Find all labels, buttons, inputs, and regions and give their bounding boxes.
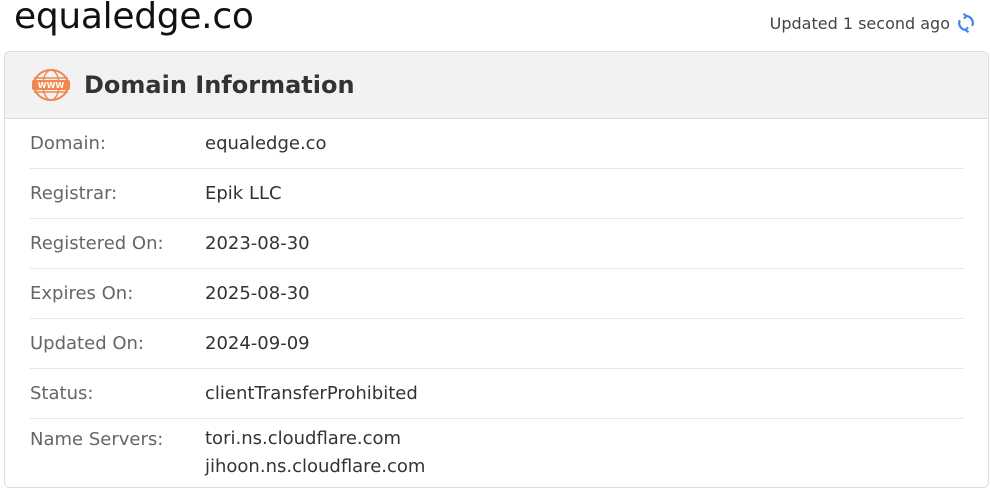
- row-label: Name Servers:: [30, 429, 164, 450]
- row-value: 2025-08-30: [205, 283, 310, 304]
- row-label: Status:: [30, 383, 94, 404]
- row-registrar: Registrar: Epik LLC: [30, 169, 964, 219]
- www-icon: WWW: [31, 68, 71, 102]
- update-status: Updated 1 second ago: [769, 12, 976, 34]
- row-status: Status: clientTransferProhibited: [30, 369, 964, 419]
- row-label: Registrar:: [30, 183, 118, 204]
- row-value: equaledge.co: [205, 133, 327, 154]
- page-title: equaledge.co: [14, 0, 254, 37]
- row-domain: Domain: equaledge.co: [30, 119, 964, 169]
- refresh-icon[interactable]: [956, 12, 976, 34]
- top-bar: equaledge.co Updated 1 second ago: [0, 0, 990, 48]
- row-label: Updated On:: [30, 333, 144, 354]
- row-label: Expires On:: [30, 283, 134, 304]
- name-server: tori.ns.cloudflare.com: [205, 428, 402, 449]
- row-value: Epik LLC: [205, 183, 282, 204]
- row-value: clientTransferProhibited: [205, 383, 418, 404]
- domain-info-card: WWW Domain Information Domain: equaledge…: [4, 51, 989, 488]
- row-label: Domain:: [30, 133, 106, 154]
- info-table: Domain: equaledge.co Registrar: Epik LLC…: [5, 119, 988, 481]
- row-expires-on: Expires On: 2025-08-30: [30, 269, 964, 319]
- row-updated-on: Updated On: 2024-09-09: [30, 319, 964, 369]
- svg-text:WWW: WWW: [38, 81, 65, 90]
- row-value: 2024-09-09: [205, 333, 310, 354]
- row-registered-on: Registered On: 2023-08-30: [30, 219, 964, 269]
- name-server-list: tori.ns.cloudflare.com jihoon.ns.cloudfl…: [205, 425, 425, 481]
- card-title: Domain Information: [84, 71, 355, 99]
- updated-text: Updated 1 second ago: [769, 13, 950, 33]
- row-label: Registered On:: [30, 233, 164, 254]
- row-value: 2023-08-30: [205, 233, 310, 254]
- row-name-servers: Name Servers: tori.ns.cloudflare.com jih…: [30, 419, 964, 481]
- name-server: jihoon.ns.cloudflare.com: [205, 456, 426, 477]
- card-header: WWW Domain Information: [5, 52, 988, 119]
